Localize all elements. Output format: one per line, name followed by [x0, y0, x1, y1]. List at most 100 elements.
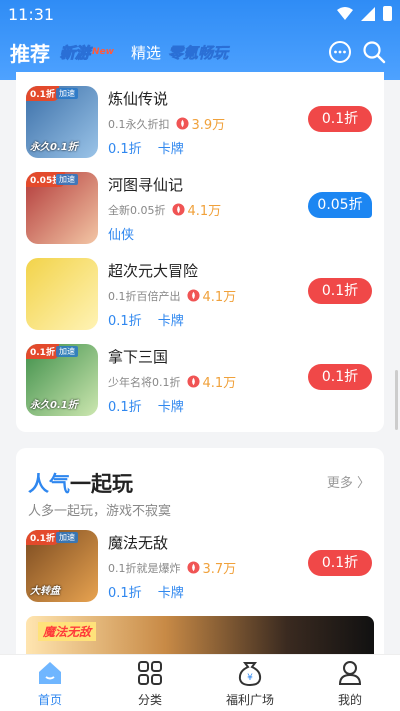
scrollbar[interactable]: [395, 370, 398, 430]
game-rating: 4.1万: [202, 290, 237, 305]
icon-discount-tag: 0.1折: [26, 86, 59, 101]
status-time: 11:31: [8, 5, 55, 24]
section-subtitle: 人多一起玩，游戏不寂寞: [28, 504, 172, 519]
discount-button[interactable]: 0.1折: [308, 364, 372, 390]
game-item[interactable]: 0.1折 加速 永久0.1折 炼仙传说 0.1永久折扣 3.9万 0.1折 卡牌…: [26, 86, 376, 166]
icon-speed-tag: 加速: [56, 88, 78, 99]
game-item[interactable]: 0.1折 加速 永久0.1折 拿下三国 少年名将0.1折 4.1万 0.1折 卡…: [26, 344, 376, 424]
svg-text:¥: ¥: [247, 673, 253, 683]
game-tag[interactable]: 仙侠: [108, 224, 134, 243]
section-title-rest: 一起玩: [70, 472, 133, 496]
game-list-card: 0.1折 加速 永久0.1折 炼仙传说 0.1永久折扣 3.9万 0.1折 卡牌…: [16, 72, 384, 432]
discount-button[interactable]: 0.1折: [308, 550, 372, 576]
game-rating: 3.9万: [191, 118, 226, 133]
game-subtitle-row: 少年名将0.1折 4.1万: [108, 372, 236, 391]
game-tags: 0.1折 卡牌: [108, 310, 184, 329]
game-subtitle: 0.1永久折扣: [108, 117, 170, 131]
nav-category[interactable]: 分类: [100, 655, 200, 711]
game-tag[interactable]: 0.1折: [108, 310, 142, 329]
game-icon[interactable]: 0.1折 加速 大转盘: [26, 530, 98, 602]
user-icon: [338, 661, 362, 685]
icon-caption: 永久0.1折: [30, 400, 78, 411]
fire-icon: [186, 375, 200, 388]
game-tag[interactable]: 卡牌: [158, 582, 184, 601]
tab-free-play[interactable]: 零氪畅玩: [168, 42, 229, 63]
discount-button[interactable]: 0.1折: [308, 106, 372, 132]
icon-discount-tag: 0.1折: [26, 344, 59, 359]
game-banner[interactable]: 魔法无敌: [26, 616, 374, 658]
game-rating: 4.1万: [187, 204, 222, 219]
game-tag[interactable]: 0.1折: [108, 582, 142, 601]
game-subtitle-row: 0.1折百倍产出 4.1万: [108, 286, 236, 305]
game-subtitle-row: 0.1折就是爆炸 3.7万: [108, 558, 236, 577]
game-subtitle-row: 全新0.05折 4.1万: [108, 200, 221, 219]
game-subtitle: 0.1折百倍产出: [108, 289, 181, 303]
wifi-icon: [337, 6, 353, 20]
tab-new-games[interactable]: 新游: [59, 42, 90, 63]
game-icon[interactable]: 0.05折 加速: [26, 172, 98, 244]
icon-caption: 大转盘: [30, 586, 60, 597]
fire-icon: [186, 561, 200, 574]
game-subtitle: 全新0.05折: [108, 203, 166, 217]
nav-home[interactable]: 首页: [0, 655, 100, 711]
nav-label: 福利广场: [225, 693, 274, 707]
game-name: 超次元大冒险: [108, 262, 199, 280]
game-tags: 0.1折 卡牌: [108, 138, 184, 157]
status-bar: 11:31: [0, 0, 400, 30]
game-item[interactable]: 超次元大冒险 0.1折百倍产出 4.1万 0.1折 卡牌 0.1折: [26, 258, 376, 338]
new-badge: New: [92, 47, 114, 57]
popular-section: 人气一起玩 人多一起玩，游戏不寂寞 更多 〉 0.1折 加速 大转盘 魔法无敌 …: [16, 448, 384, 658]
game-rating: 4.1万: [202, 376, 237, 391]
section-title-highlight: 人气: [28, 472, 70, 496]
game-tag[interactable]: 0.1折: [108, 396, 142, 415]
tab-recommend[interactable]: 推荐: [10, 38, 50, 67]
top-nav: 推荐 新游 New 精选 零氪畅玩: [0, 36, 400, 72]
game-icon[interactable]: [26, 258, 98, 330]
nav-label: 我的: [337, 693, 362, 707]
status-icons: [337, 6, 392, 21]
icon-discount-tag: 0.1折: [26, 530, 59, 545]
discount-button[interactable]: 0.05折: [308, 192, 372, 218]
icon-speed-tag: 加速: [56, 174, 78, 185]
discount-button[interactable]: 0.1折: [308, 278, 372, 304]
message-icon[interactable]: [328, 40, 352, 64]
game-tags: 0.1折 卡牌: [108, 582, 184, 601]
game-tag[interactable]: 0.1折: [108, 138, 142, 157]
fire-icon: [175, 117, 189, 130]
game-subtitle: 少年名将0.1折: [108, 375, 181, 389]
search-icon[interactable]: [362, 40, 386, 64]
game-name: 河图寻仙记: [108, 176, 184, 194]
game-subtitle: 0.1折就是爆炸: [108, 561, 181, 575]
game-item[interactable]: 0.1折 加速 大转盘 魔法无敌 0.1折就是爆炸 3.7万 0.1折 卡牌 0…: [26, 530, 376, 610]
more-link[interactable]: 更多 〉: [327, 472, 370, 491]
nav-profile[interactable]: 我的: [300, 655, 400, 711]
game-tag[interactable]: 卡牌: [158, 310, 184, 329]
tab-featured[interactable]: 精选: [131, 42, 161, 63]
money-bag-icon: ¥: [238, 662, 262, 687]
section-title: 人气一起玩: [28, 468, 133, 498]
bottom-nav: 首页 分类 ¥ 福利广场 我的: [0, 654, 400, 711]
fire-icon: [186, 289, 200, 302]
game-icon[interactable]: 0.1折 加速 永久0.1折: [26, 344, 98, 416]
battery-icon: [383, 6, 392, 21]
nav-label: 首页: [37, 693, 62, 707]
icon-caption: 永久0.1折: [30, 142, 78, 153]
game-tag[interactable]: 卡牌: [158, 396, 184, 415]
game-name: 魔法无敌: [108, 534, 169, 552]
game-item[interactable]: 0.05折 加速 河图寻仙记 全新0.05折 4.1万 仙侠 0.05折: [26, 172, 376, 252]
game-tags: 0.1折 卡牌: [108, 396, 184, 415]
game-rating: 3.7万: [202, 562, 237, 577]
game-icon[interactable]: 0.1折 加速 永久0.1折: [26, 86, 98, 158]
game-name: 炼仙传说: [108, 90, 169, 108]
icon-speed-tag: 加速: [56, 532, 78, 543]
nav-welfare[interactable]: ¥ 福利广场: [200, 655, 300, 711]
grid-icon: [138, 661, 162, 685]
top-header: 11:31 推荐 新游 New 精选 零氪畅玩: [0, 0, 400, 80]
game-name: 拿下三国: [108, 348, 169, 366]
home-icon: [39, 662, 61, 684]
fire-icon: [171, 203, 185, 216]
signal-icon: [361, 6, 375, 21]
game-tags: 仙侠: [108, 224, 134, 243]
game-tag[interactable]: 卡牌: [158, 138, 184, 157]
nav-label: 分类: [137, 693, 162, 707]
